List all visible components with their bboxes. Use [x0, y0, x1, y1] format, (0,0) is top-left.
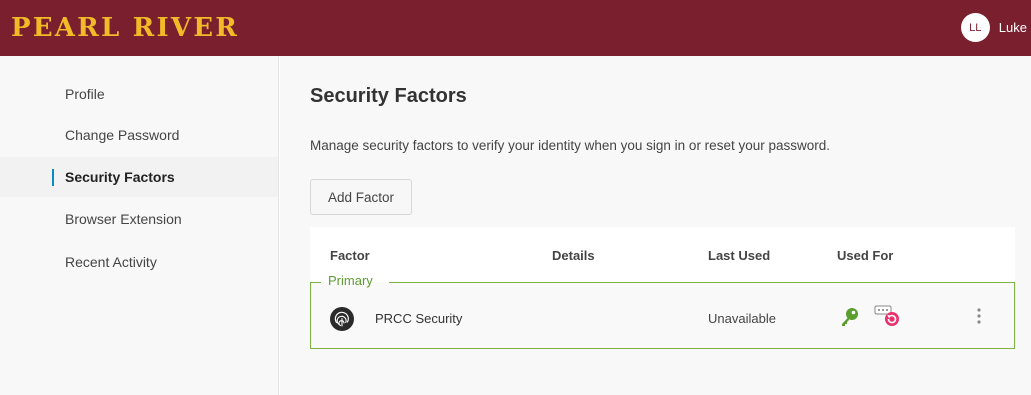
column-header-factor: Factor — [330, 248, 370, 263]
factors-table: Factor Details Last Used Used For Primar… — [310, 227, 1015, 349]
sidebar-item-recent-activity[interactable]: Recent Activity — [0, 242, 278, 282]
fingerprint-icon — [330, 307, 354, 331]
sidebar: Profile Change Password Security Factors… — [0, 56, 279, 395]
last-used-value: Unavailable — [708, 311, 776, 326]
password-reset-icon — [874, 305, 899, 326]
avatar[interactable]: LL — [960, 13, 990, 42]
group-label-primary: Primary — [328, 273, 373, 288]
more-options-icon[interactable] — [975, 305, 983, 327]
group-border — [310, 282, 321, 283]
group-border — [389, 282, 1015, 283]
factor-name: PRCC Security — [375, 311, 463, 326]
sidebar-item-browser-extension[interactable]: Browser Extension — [0, 199, 278, 239]
column-header-used-for: Used For — [837, 248, 894, 263]
key-icon — [842, 308, 858, 326]
main-content: Security Factors Manage security factors… — [280, 56, 1031, 395]
sidebar-item-change-password[interactable]: Change Password — [0, 115, 278, 155]
user-menu[interactable]: LL Luke — [960, 13, 1027, 42]
sidebar-item-security-factors[interactable]: Security Factors — [0, 157, 278, 197]
add-factor-button[interactable]: Add Factor — [310, 179, 412, 215]
sidebar-item-profile[interactable]: Profile — [0, 74, 278, 114]
brand-logo[interactable]: PEARL RIVER — [11, 8, 239, 48]
column-header-last-used: Last Used — [708, 248, 771, 263]
user-name[interactable]: Luke — [999, 20, 1027, 35]
page-title: Security Factors — [310, 85, 467, 107]
top-bar: PEARL RIVER LL Luke — [0, 0, 1031, 56]
column-header-details: Details — [552, 248, 595, 263]
page-description: Manage security factors to verify your i… — [310, 138, 830, 153]
